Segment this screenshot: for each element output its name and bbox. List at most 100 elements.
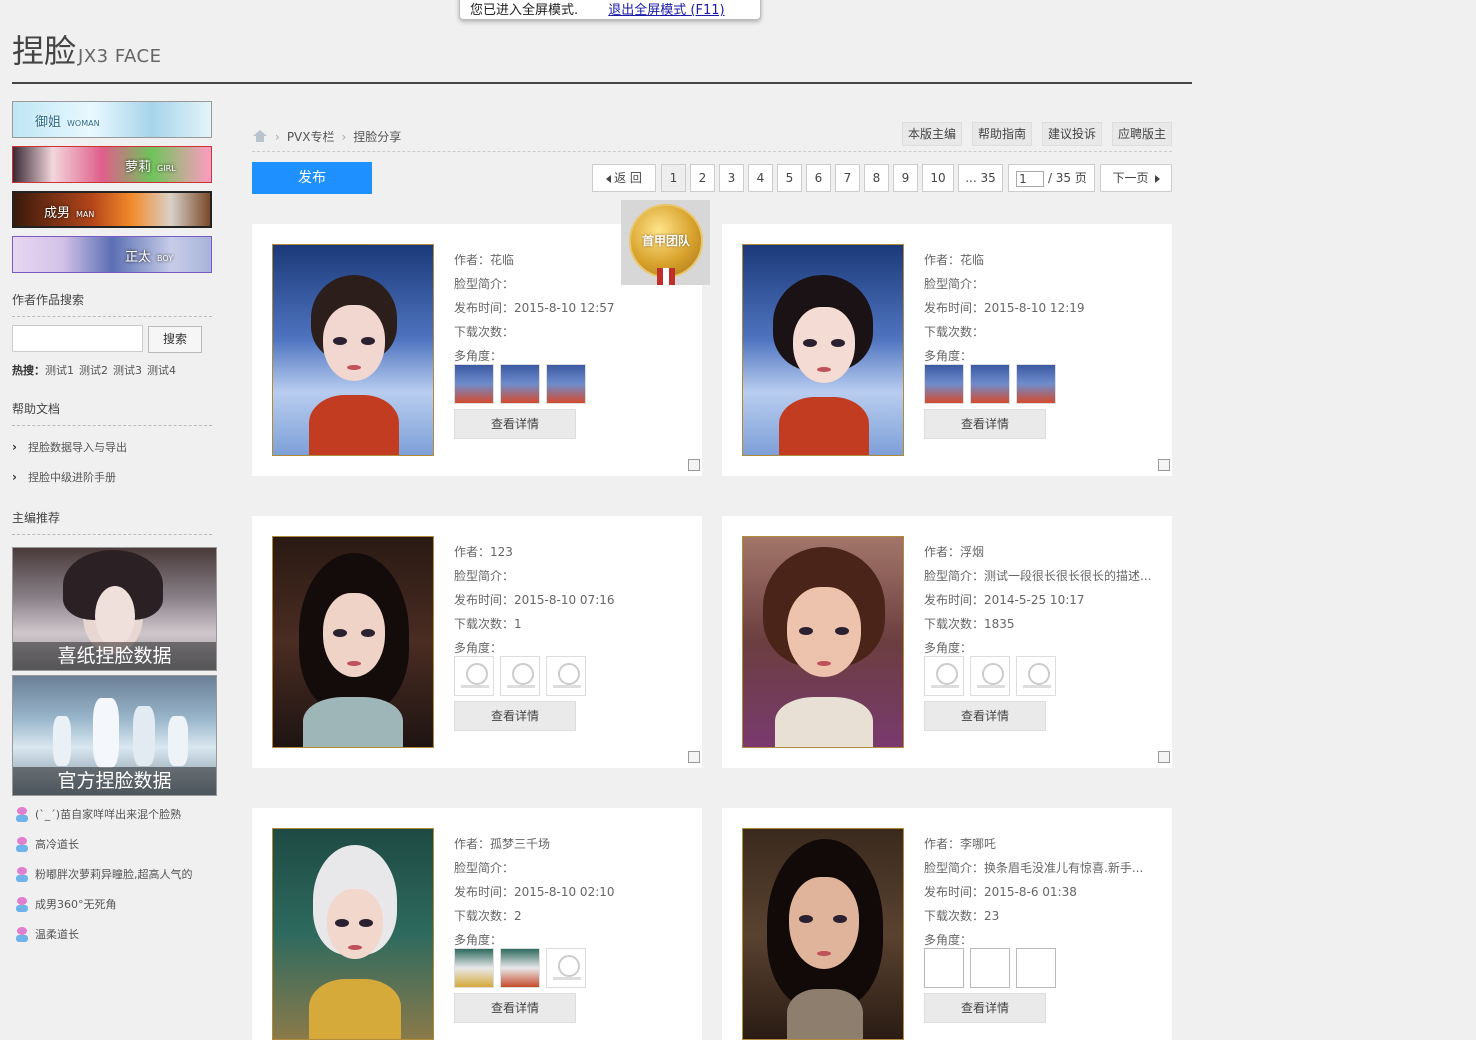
downloads-row: 下载次数：23 (924, 909, 1000, 923)
face-thumbnail[interactable] (272, 536, 434, 748)
page-last[interactable]: ... 35 (958, 164, 1003, 192)
select-checkbox[interactable] (1158, 459, 1170, 471)
pagination-next[interactable]: 下一页 (1100, 164, 1172, 192)
category-banner-girl[interactable]: 萝莉 GIRL (12, 146, 212, 183)
category-banner-woman[interactable]: 御姐 WOMAN (12, 101, 212, 138)
view-detail-button[interactable]: 查看详情 (454, 409, 576, 439)
select-checkbox[interactable] (688, 459, 700, 471)
downloads-row: 下载次数：1835 (924, 617, 1015, 631)
hot-term[interactable]: 测试4 (147, 364, 176, 377)
face-thumbnail[interactable] (272, 828, 434, 1040)
breadcrumb: › PVX专栏 › 捏脸分享 (252, 128, 401, 145)
angle-empty[interactable] (970, 948, 1010, 988)
angle-thumbnail[interactable] (454, 948, 494, 988)
editor-recommend-heading: 主编推荐 (12, 509, 212, 535)
page-jump-input[interactable]: 1 (1016, 170, 1045, 187)
page-2[interactable]: 2 (690, 164, 715, 192)
page-7[interactable]: 7 (835, 164, 860, 192)
angle-thumbnail[interactable] (924, 364, 964, 404)
angle-placeholder[interactable] (546, 656, 586, 696)
page-9[interactable]: 9 (893, 164, 918, 192)
apply-moderator-button[interactable]: 应聘版主 (1112, 122, 1172, 146)
editor-button[interactable]: 本版主编 (902, 122, 962, 146)
search-button[interactable]: 搜索 (148, 326, 202, 353)
help-link[interactable]: › 捏脸数据导入与导出 (12, 439, 127, 455)
select-checkbox[interactable] (1158, 751, 1170, 763)
downloads-row: 下载次数：2 (454, 909, 522, 923)
breadcrumb-item[interactable]: PVX专栏 (287, 130, 335, 144)
intro-row: 脸型简介： (454, 861, 515, 875)
angle-empty[interactable] (924, 948, 964, 988)
author-search-input[interactable] (12, 325, 143, 352)
face-thumbnail[interactable] (742, 244, 904, 456)
chevron-right-icon: › (12, 470, 17, 484)
face-thumbnail[interactable] (272, 244, 434, 456)
page-4[interactable]: 4 (748, 164, 773, 192)
page-5[interactable]: 5 (777, 164, 802, 192)
intro-row: 脸型简介： (924, 277, 985, 291)
banner-label: 御姐 WOMAN (35, 115, 100, 130)
angle-thumbnails (454, 364, 592, 404)
hot-search: 热搜：测试1 测试2 测试3 测试4 (12, 362, 181, 378)
category-banner-boy[interactable]: 正太 BOY (12, 236, 212, 273)
hot-term[interactable]: 测试2 (79, 364, 108, 377)
author-name[interactable]: 浮烟 (960, 545, 984, 559)
page-8[interactable]: 8 (864, 164, 889, 192)
angle-thumbnail[interactable] (970, 364, 1010, 404)
angle-placeholder[interactable] (546, 948, 586, 988)
author-name[interactable]: 花临 (960, 253, 984, 267)
angle-placeholder[interactable] (1016, 656, 1056, 696)
recommend-item[interactable]: 成男360°无死角 (14, 896, 117, 913)
pagination-prev[interactable]: 返 回 (592, 164, 656, 192)
angle-placeholder[interactable] (454, 656, 494, 696)
downloads-row: 下载次数：1 (454, 617, 522, 631)
page-3[interactable]: 3 (719, 164, 744, 192)
help-link[interactable]: › 捏脸中级进阶手册 (12, 469, 116, 485)
view-detail-button[interactable]: 查看详情 (454, 701, 576, 731)
publish-button[interactable]: 发布 (252, 162, 372, 194)
author-name[interactable]: 李哪吒 (960, 837, 996, 851)
angle-empty[interactable] (1016, 948, 1056, 988)
page-10[interactable]: 10 (922, 164, 954, 192)
recommend-item[interactable]: 高冷道长 (14, 836, 79, 853)
angle-thumbnail[interactable] (546, 364, 586, 404)
angle-thumbnail[interactable] (500, 364, 540, 404)
author-name[interactable]: 花临 (490, 253, 514, 267)
angle-thumbnail[interactable] (500, 948, 540, 988)
select-checkbox[interactable] (688, 751, 700, 763)
recommend-item[interactable]: 温柔道长 (14, 926, 79, 943)
angle-placeholder[interactable] (924, 656, 964, 696)
time-row: 发布时间：2014-5-25 10:17 (924, 593, 1085, 607)
angle-placeholder[interactable] (500, 656, 540, 696)
home-icon[interactable] (252, 129, 268, 144)
promo-banner[interactable]: 官方捏脸数据 (12, 675, 217, 796)
angle-placeholder[interactable] (970, 656, 1010, 696)
author-name[interactable]: 孤梦三千场 (490, 837, 550, 851)
hot-term[interactable]: 测试1 (45, 364, 74, 377)
help-guide-button[interactable]: 帮助指南 (972, 122, 1032, 146)
view-detail-button[interactable]: 查看详情 (924, 993, 1046, 1023)
view-detail-button[interactable]: 查看详情 (454, 993, 576, 1023)
author-name[interactable]: 123 (490, 545, 513, 559)
recommend-item[interactable]: (`_´)苗自家咩咩出来混个脸熟 (14, 806, 181, 823)
angle-thumbnail[interactable] (1016, 364, 1056, 404)
recommend-item[interactable]: 粉嘟胖次萝莉异瞳脸,超高人气的 (14, 866, 193, 883)
category-banner-man[interactable]: 成男 MAN (12, 191, 212, 228)
feedback-button[interactable]: 建议投诉 (1042, 122, 1102, 146)
page-6[interactable]: 6 (806, 164, 831, 192)
breadcrumb-item[interactable]: 捏脸分享 (353, 130, 401, 144)
user-icon (14, 837, 30, 853)
face-thumbnail[interactable] (742, 828, 904, 1040)
page-1[interactable]: 1 (661, 164, 686, 192)
hot-search-label: 热搜： (12, 364, 45, 377)
face-card: 作者：李哪吒 脸型简介：换条眉毛没准儿有惊喜.新手... 发布时间：2015-8… (722, 808, 1172, 1040)
author-row: 作者：123 (454, 545, 513, 559)
promo-banner[interactable]: 喜纸捏脸数据 (12, 547, 217, 671)
angle-thumbnail[interactable] (454, 364, 494, 404)
face-thumbnail[interactable] (742, 536, 904, 748)
view-detail-button[interactable]: 查看详情 (924, 409, 1046, 439)
angle-thumbnails (924, 364, 1062, 404)
hot-term[interactable]: 测试3 (113, 364, 142, 377)
view-detail-button[interactable]: 查看详情 (924, 701, 1046, 731)
exit-fullscreen-link[interactable]: 退出全屏模式 (F11) (608, 3, 724, 18)
